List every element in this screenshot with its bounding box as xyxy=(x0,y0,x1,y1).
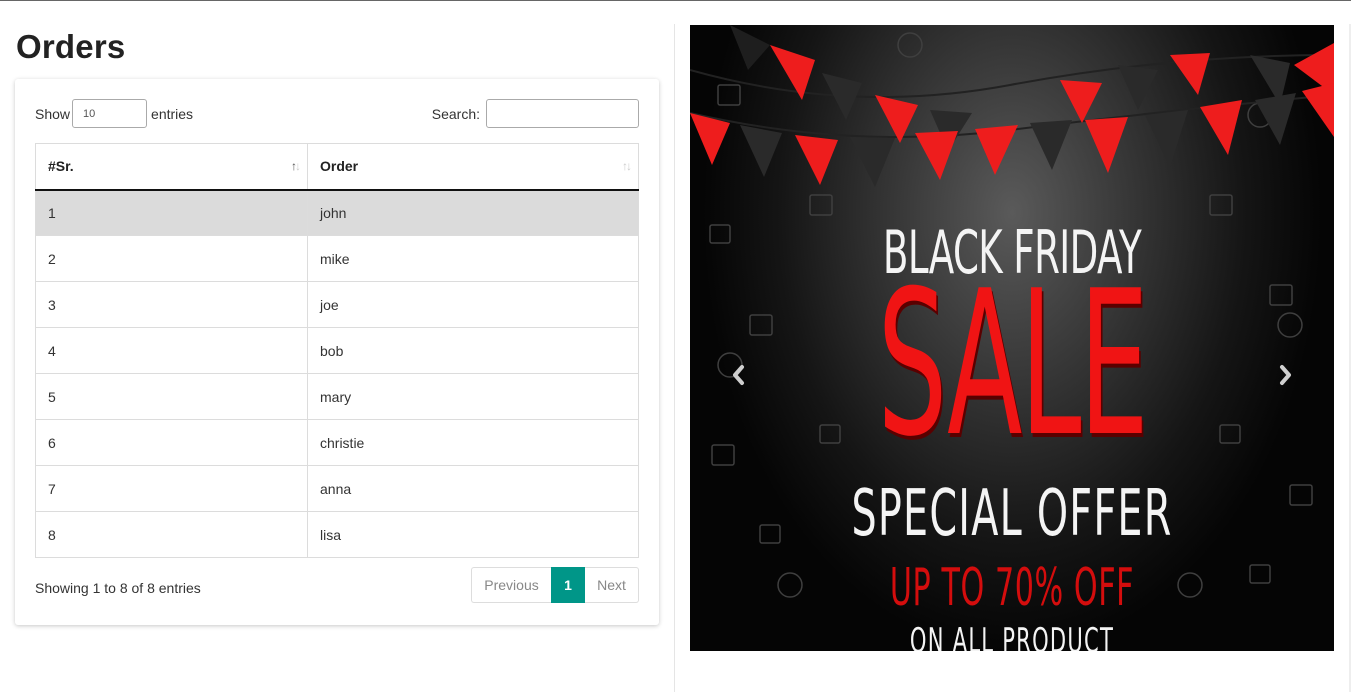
promo-carousel: BLACK FRIDAY SALE SPECIAL OFFER UP TO 70… xyxy=(690,25,1334,651)
table-row[interactable]: 4 bob xyxy=(35,327,639,374)
sort-arrows-icon[interactable]: ↑↓ xyxy=(291,159,301,173)
table-row[interactable]: 7 anna xyxy=(35,465,639,512)
column-header-sr[interactable]: #Sr. ↑↓ xyxy=(35,143,308,191)
cell-sr: 3 xyxy=(35,281,308,328)
cell-order: christie xyxy=(307,419,639,466)
chevron-left-icon xyxy=(733,365,744,385)
cell-order: lisa xyxy=(307,511,639,558)
column-header-label: #Sr. xyxy=(48,158,74,175)
table-row[interactable]: 6 christie xyxy=(35,419,639,466)
banner-footer-text: ON ALL PRODUCT xyxy=(909,621,1115,651)
column-divider xyxy=(674,24,675,692)
cell-order: bob xyxy=(307,327,639,374)
cell-order: anna xyxy=(307,465,639,512)
cell-order: john xyxy=(307,189,639,236)
cell-sr: 1 xyxy=(35,189,308,236)
cell-order: mary xyxy=(307,373,639,420)
chevron-right-icon xyxy=(1280,365,1291,385)
table-header-row: #Sr. ↑↓ Order ↑↓ xyxy=(35,143,639,191)
orders-table: #Sr. ↑↓ Order ↑↓ 1 john 2 mike 3 joe 4 b… xyxy=(35,143,639,558)
banner-special-offer: SPECIAL OFFER xyxy=(851,477,1173,551)
table-row[interactable]: 8 lisa xyxy=(35,511,639,558)
cell-sr: 5 xyxy=(35,373,308,420)
banner-discount: UP TO 70% OFF xyxy=(889,558,1135,618)
cell-sr: 8 xyxy=(35,511,308,558)
page-length-input[interactable] xyxy=(72,99,148,128)
cell-sr: 4 xyxy=(35,327,308,374)
next-button[interactable]: Next xyxy=(585,567,639,603)
page-length-control: Show entries xyxy=(35,99,193,128)
cell-order: mike xyxy=(307,235,639,282)
column-header-label: Order xyxy=(320,158,359,175)
carousel-next-button[interactable] xyxy=(1276,362,1296,388)
page-title: Orders xyxy=(16,28,126,65)
table-row[interactable]: 5 mary xyxy=(35,373,639,420)
page-1-button[interactable]: 1 xyxy=(551,567,585,603)
table-info: Showing 1 to 8 of 8 entries xyxy=(35,580,201,596)
carousel-prev-button[interactable] xyxy=(728,362,748,388)
cell-sr: 6 xyxy=(35,419,308,466)
table-row[interactable]: 2 mike xyxy=(35,235,639,282)
search-control: Search: xyxy=(432,99,639,128)
top-border xyxy=(0,0,1351,1)
entries-label: entries xyxy=(151,105,194,122)
previous-button[interactable]: Previous xyxy=(471,567,551,603)
table-row[interactable]: 3 joe xyxy=(35,281,639,328)
column-header-order[interactable]: Order ↑↓ xyxy=(307,143,639,191)
search-label: Search: xyxy=(431,105,480,122)
cell-sr: 2 xyxy=(35,235,308,282)
show-label: Show xyxy=(35,105,71,122)
pagination: Previous 1 Next xyxy=(471,567,639,603)
sort-arrows-icon[interactable]: ↑↓ xyxy=(622,159,632,173)
cell-sr: 7 xyxy=(35,465,308,512)
table-row[interactable]: 1 john xyxy=(35,189,639,236)
banner-sale-text: SALE xyxy=(877,248,1148,481)
orders-card: Show entries Search: #Sr. ↑↓ Order ↑↓ 1 xyxy=(15,79,659,625)
search-input[interactable] xyxy=(486,99,639,128)
cell-order: joe xyxy=(307,281,639,328)
